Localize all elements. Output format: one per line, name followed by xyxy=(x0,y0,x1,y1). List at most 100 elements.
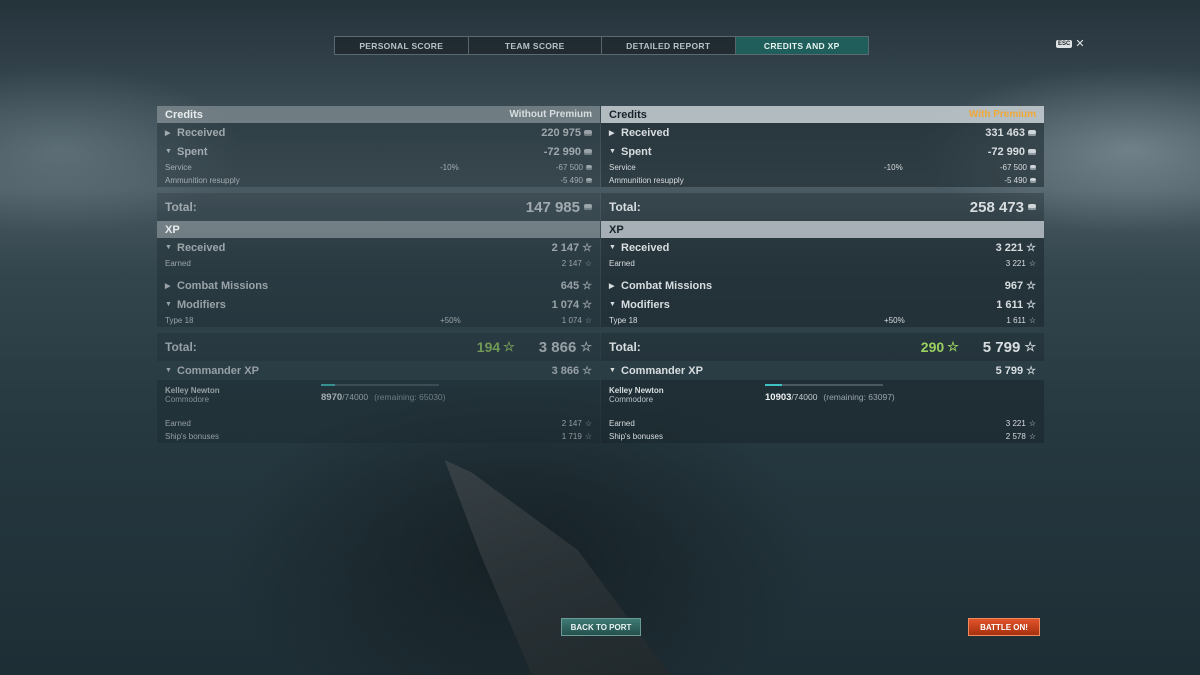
collapse-arrow-icon[interactable]: ▼ xyxy=(165,301,173,308)
commander-xp-value: 5 799 xyxy=(995,364,1024,377)
received-value: 331 463 xyxy=(985,126,1025,139)
tab-personal-score[interactable]: PERSONAL SCORE xyxy=(335,37,469,54)
missions-label: Combat Missions xyxy=(177,279,269,292)
commander-xp-current: 10903 xyxy=(765,392,792,403)
modifiers-row[interactable]: ▼ Modifiers 1 611 ☆ xyxy=(601,295,1044,314)
credits-total-label: Total: xyxy=(609,200,641,214)
credits-header: Credits Without Premium xyxy=(157,106,600,123)
credits-icon xyxy=(1030,178,1036,183)
credits-icon xyxy=(586,178,592,183)
xp-received-value: 2 147 xyxy=(551,241,580,254)
combat-missions-row[interactable]: ▶ Combat Missions 967 ☆ xyxy=(601,276,1044,295)
collapse-arrow-icon[interactable]: ▼ xyxy=(609,244,617,251)
credits-total-value: 258 473 xyxy=(969,198,1024,216)
commander-progress-bar xyxy=(321,384,439,386)
credits-received-row[interactable]: ▶ Received 331 463 xyxy=(601,123,1044,142)
xp-total-value: 5 799 xyxy=(982,338,1021,356)
tab-detailed-report[interactable]: DETAILED REPORT xyxy=(602,37,736,54)
tab-team-score[interactable]: TEAM SCORE xyxy=(469,37,602,54)
commander-xp-row[interactable]: ▼ Commander XP 5 799 ☆ xyxy=(601,361,1044,380)
credits-icon xyxy=(1030,165,1036,170)
ammo-label: Ammunition resupply xyxy=(609,176,684,185)
xp-star-icon: ☆ xyxy=(582,299,592,311)
credits-icon xyxy=(1028,129,1036,136)
spent-label: Spent xyxy=(621,145,652,158)
xp-total-value: 3 866 xyxy=(538,338,577,356)
earned-label: Earned xyxy=(609,259,635,268)
combat-missions-row[interactable]: ▶ Combat Missions 645 ☆ xyxy=(157,276,600,295)
service-pct: -10% xyxy=(884,163,903,172)
xp-star-icon: ☆ xyxy=(584,432,592,441)
expand-arrow-icon[interactable]: ▶ xyxy=(165,282,173,290)
close-control[interactable]: ESC ✕ xyxy=(1056,39,1085,50)
xp-received-row[interactable]: ▼ Received 2 147 ☆ xyxy=(157,238,600,257)
commander-info: Kelley Newton Commodore 8970/74000 (remai… xyxy=(157,380,600,417)
xp-total-premium: 194 xyxy=(476,339,501,355)
close-icon[interactable]: ✕ xyxy=(1075,39,1084,50)
xp-total-row: Total: 194 ☆ 3 866 ☆ xyxy=(157,333,600,361)
spent-value: -72 990 xyxy=(543,145,581,158)
collapse-arrow-icon[interactable]: ▼ xyxy=(165,367,173,374)
collapse-arrow-icon[interactable]: ▼ xyxy=(165,148,173,155)
modifiers-value: 1 074 xyxy=(551,298,580,311)
received-label: Received xyxy=(177,126,226,139)
spent-value: -72 990 xyxy=(987,145,1025,158)
battle-on-button[interactable]: BATTLE ON! xyxy=(968,618,1040,636)
modifiers-row[interactable]: ▼ Modifiers 1 074 ☆ xyxy=(157,295,600,314)
credits-icon xyxy=(586,165,592,170)
received-value: 220 975 xyxy=(541,126,581,139)
ship-bonuses-value: 1 719 xyxy=(561,432,582,441)
xp-star-icon: ☆ xyxy=(582,365,592,377)
service-row: Service -10% -67 500 xyxy=(157,161,600,174)
earned-value: 3 221 xyxy=(1005,419,1026,428)
result-tabs: PERSONAL SCORE TEAM SCORE DETAILED REPOR… xyxy=(334,36,869,55)
xp-received-row[interactable]: ▼ Received 3 221 ☆ xyxy=(601,238,1044,257)
earned-row: Earned 2 147 ☆ xyxy=(157,257,600,270)
type-value: 1 611 xyxy=(1006,316,1026,325)
xp-star-icon: ☆ xyxy=(1026,242,1036,254)
expand-arrow-icon[interactable]: ▶ xyxy=(165,129,173,137)
credits-title: Credits xyxy=(165,108,203,121)
ammo-label: Ammunition resupply xyxy=(165,176,240,185)
commander-xp-remaining: (remaining: 65030) xyxy=(374,392,446,402)
modifiers-value: 1 611 xyxy=(996,298,1024,311)
ammo-row: Ammunition resupply -5 490 xyxy=(157,174,600,187)
service-label: Service xyxy=(165,163,192,172)
credits-spent-row[interactable]: ▼ Spent -72 990 xyxy=(601,142,1044,161)
collapse-arrow-icon[interactable]: ▼ xyxy=(165,244,173,251)
xp-received-label: Received xyxy=(621,241,670,254)
expand-arrow-icon[interactable]: ▶ xyxy=(609,282,617,290)
collapse-arrow-icon[interactable]: ▼ xyxy=(609,148,617,155)
xp-star-icon: ☆ xyxy=(580,339,592,354)
type-label: Type 18 xyxy=(609,316,638,325)
back-to-port-button[interactable]: BACK TO PORT xyxy=(561,618,641,636)
xp-header: XP xyxy=(601,221,1044,238)
xp-total-row: Total: 290 ☆ 5 799 ☆ xyxy=(601,333,1044,361)
earned-label: Earned xyxy=(165,419,191,428)
xp-star-icon: ☆ xyxy=(584,259,592,268)
service-value: -67 500 xyxy=(999,163,1027,172)
credits-title: Credits xyxy=(609,108,647,121)
premium-label: With Premium xyxy=(968,109,1036,120)
collapse-arrow-icon[interactable]: ▼ xyxy=(609,301,617,308)
credits-received-row[interactable]: ▶ Received 220 975 xyxy=(157,123,600,142)
esc-key-icon: ESC xyxy=(1056,40,1073,48)
premium-label: Without Premium xyxy=(509,109,592,120)
expand-arrow-icon[interactable]: ▶ xyxy=(609,129,617,137)
credits-icon xyxy=(584,129,592,136)
commander-xp-row[interactable]: ▼ Commander XP 3 866 ☆ xyxy=(157,361,600,380)
commander-xp-remaining: (remaining: 63097) xyxy=(823,392,895,402)
commander-xp-max: /74000 xyxy=(342,392,369,402)
credits-spent-row[interactable]: ▼ Spent -72 990 xyxy=(157,142,600,161)
credits-total-label: Total: xyxy=(165,200,197,214)
credits-total-value: 147 985 xyxy=(525,198,580,216)
credits-total-row: Total: 258 473 xyxy=(601,193,1044,221)
commander-progress-fill xyxy=(765,384,783,386)
xp-total-label: Total: xyxy=(609,340,641,354)
collapse-arrow-icon[interactable]: ▼ xyxy=(609,367,617,374)
ammo-value: -5 490 xyxy=(560,176,583,185)
earned-value: 2 147 xyxy=(561,259,582,268)
xp-star-icon: ☆ xyxy=(1028,419,1036,428)
tab-credits-and-xp[interactable]: CREDITS AND XP xyxy=(735,37,868,54)
service-pct: -10% xyxy=(440,163,459,172)
